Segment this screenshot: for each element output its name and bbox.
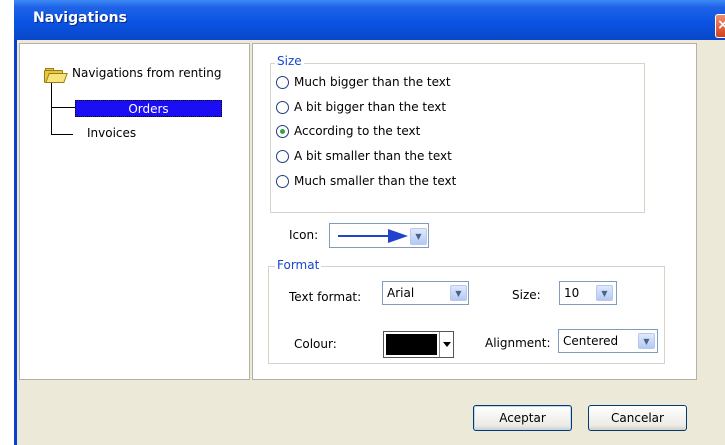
- radio-label: According to the text: [294, 124, 421, 138]
- tree-connector: [51, 107, 75, 108]
- title-bar[interactable]: Navigations ×: [14, 0, 725, 40]
- radio-button[interactable]: [276, 174, 289, 188]
- arrow-right-icon-head: [388, 229, 408, 243]
- radio-label: A bit smaller than the text: [294, 149, 452, 163]
- tree-root-label[interactable]: Navigations from renting: [72, 66, 221, 80]
- properties-panel: Much bigger than the text A bit bigger t…: [252, 43, 697, 380]
- cancelar-button[interactable]: Cancelar: [588, 405, 687, 431]
- chevron-down-icon[interactable]: ▼: [596, 285, 613, 301]
- chevron-down-icon[interactable]: ▼: [450, 285, 467, 301]
- alignment-select[interactable]: Centered ▼: [558, 329, 658, 353]
- navigation-tree: Navigations from renting Orders Invoices: [19, 43, 250, 380]
- radio-label: Much smaller than the text: [294, 174, 457, 188]
- chevron-down-icon[interactable]: ▼: [638, 333, 655, 349]
- radio-label: Much bigger than the text: [294, 75, 451, 89]
- radio-according[interactable]: According to the text: [276, 121, 420, 141]
- tree-connector: [51, 134, 73, 135]
- radio-bit-bigger[interactable]: A bit bigger than the text: [276, 97, 446, 117]
- radio-label: A bit bigger than the text: [294, 100, 447, 114]
- radio-button[interactable]: [276, 100, 289, 114]
- tree-item-orders[interactable]: Orders: [75, 100, 222, 117]
- radio-much-smaller[interactable]: Much smaller than the text: [276, 171, 456, 191]
- radio-much-bigger[interactable]: Much bigger than the text: [276, 72, 451, 92]
- size-select[interactable]: 10 ▼: [559, 281, 617, 305]
- dropdown-triangle-icon[interactable]: [443, 342, 451, 347]
- chevron-down-icon[interactable]: ▼: [410, 228, 427, 245]
- close-button[interactable]: ×: [715, 14, 725, 38]
- radio-button[interactable]: [276, 149, 289, 163]
- icon-label: Icon:: [289, 228, 319, 242]
- close-icon: ×: [717, 17, 725, 33]
- radio-button[interactable]: [276, 75, 289, 89]
- text-format-value: Arial: [387, 286, 415, 300]
- alignment-label: Alignment:: [485, 336, 551, 350]
- folder-open-icon: [44, 68, 68, 83]
- size-group: Much bigger than the text A bit bigger t…: [270, 63, 645, 213]
- radio-bit-smaller[interactable]: A bit smaller than the text: [276, 146, 452, 166]
- size-label: Size:: [512, 288, 541, 302]
- size-legend: Size: [275, 54, 304, 68]
- text-format-label: Text format:: [289, 290, 362, 304]
- icon-select[interactable]: ▼: [329, 223, 429, 248]
- colour-swatch-fill: [386, 334, 437, 355]
- colour-picker[interactable]: [383, 331, 454, 358]
- aceptar-button[interactable]: Aceptar: [473, 405, 572, 431]
- format-legend: Format: [275, 258, 322, 272]
- arrow-right-icon: [338, 235, 393, 237]
- alignment-value: Centered: [563, 334, 619, 348]
- size-value: 10: [564, 286, 580, 300]
- colour-label: Colour:: [294, 337, 337, 351]
- radio-button-checked[interactable]: [276, 124, 289, 138]
- tree-item-invoices[interactable]: Invoices: [87, 126, 136, 140]
- text-format-select[interactable]: Arial ▼: [382, 281, 469, 305]
- colour-picker-divider: [439, 332, 440, 357]
- window-title: Navigations: [33, 10, 127, 26]
